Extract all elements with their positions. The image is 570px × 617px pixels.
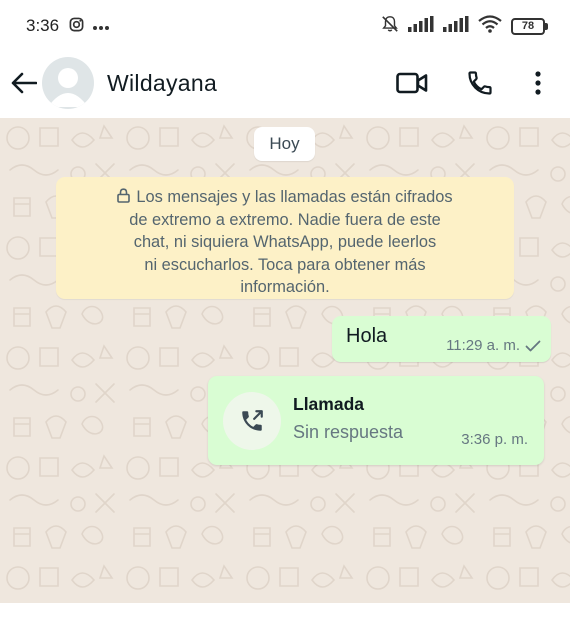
signal-bars-icon [408,15,434,37]
message-time: 11:29 a. m. [446,337,520,354]
back-button[interactable] [10,69,38,97]
chat-area[interactable]: Hoy Los mensajes y las llamadas están ci… [0,118,570,603]
date-chip: Hoy [254,127,315,161]
encryption-notice-line: información. [240,278,330,296]
status-bar: 3:36 78 [0,0,570,52]
status-right-icons: 78 [381,14,548,38]
single-check-icon [525,340,541,351]
instagram-notification-icon [69,17,84,36]
status-time: 3:36 [26,16,60,35]
outgoing-message[interactable]: Hola 11:29 a. m. [332,316,551,362]
call-time: 3:36 p. m. [461,431,528,448]
call-status: Sin respuesta [293,422,404,442]
more-options-button[interactable] [526,63,550,103]
chat-header: Wildayana [0,52,570,114]
avatar[interactable] [42,57,94,109]
status-left-icons [69,17,110,36]
encryption-notice[interactable]: Los mensajes y las llamadas están cifrad… [56,177,514,299]
encryption-notice-line: Los mensajes y las llamadas están cifrad… [70,186,500,209]
muted-bell-icon [381,15,399,38]
back-arrow-icon [11,72,37,94]
signal-bars-icon [443,15,469,37]
more-notifications-icon [92,18,110,35]
voice-call-button[interactable] [460,63,500,103]
call-icon-circle [223,392,281,450]
call-title: Llamada [293,394,364,414]
contact-name[interactable]: Wildayana [107,70,217,97]
encryption-notice-line: de extremo a extremo. Nadie fuera de est… [129,210,441,229]
encryption-notice-line: chat, ni siquiera WhatsApp, puede leerlo… [133,233,437,251]
message-meta: 11:29 a. m. [446,337,541,354]
missed-call-bubble[interactable]: Llamada Sin respuesta 3:36 p. m. [208,376,544,465]
more-options-icon [535,71,541,95]
video-call-button[interactable] [392,63,432,103]
message-text: Hola [346,325,388,347]
battery-level: 78 [511,17,545,35]
lock-icon [117,187,131,203]
voice-call-icon [468,71,492,95]
encryption-notice-line: ni escucharlos. Toca para obtener más [144,255,426,274]
video-call-icon [396,72,428,94]
outgoing-call-icon [242,410,263,431]
battery-icon: 78 [511,17,548,35]
bottom-bar [0,603,570,617]
wifi-icon [478,14,502,38]
